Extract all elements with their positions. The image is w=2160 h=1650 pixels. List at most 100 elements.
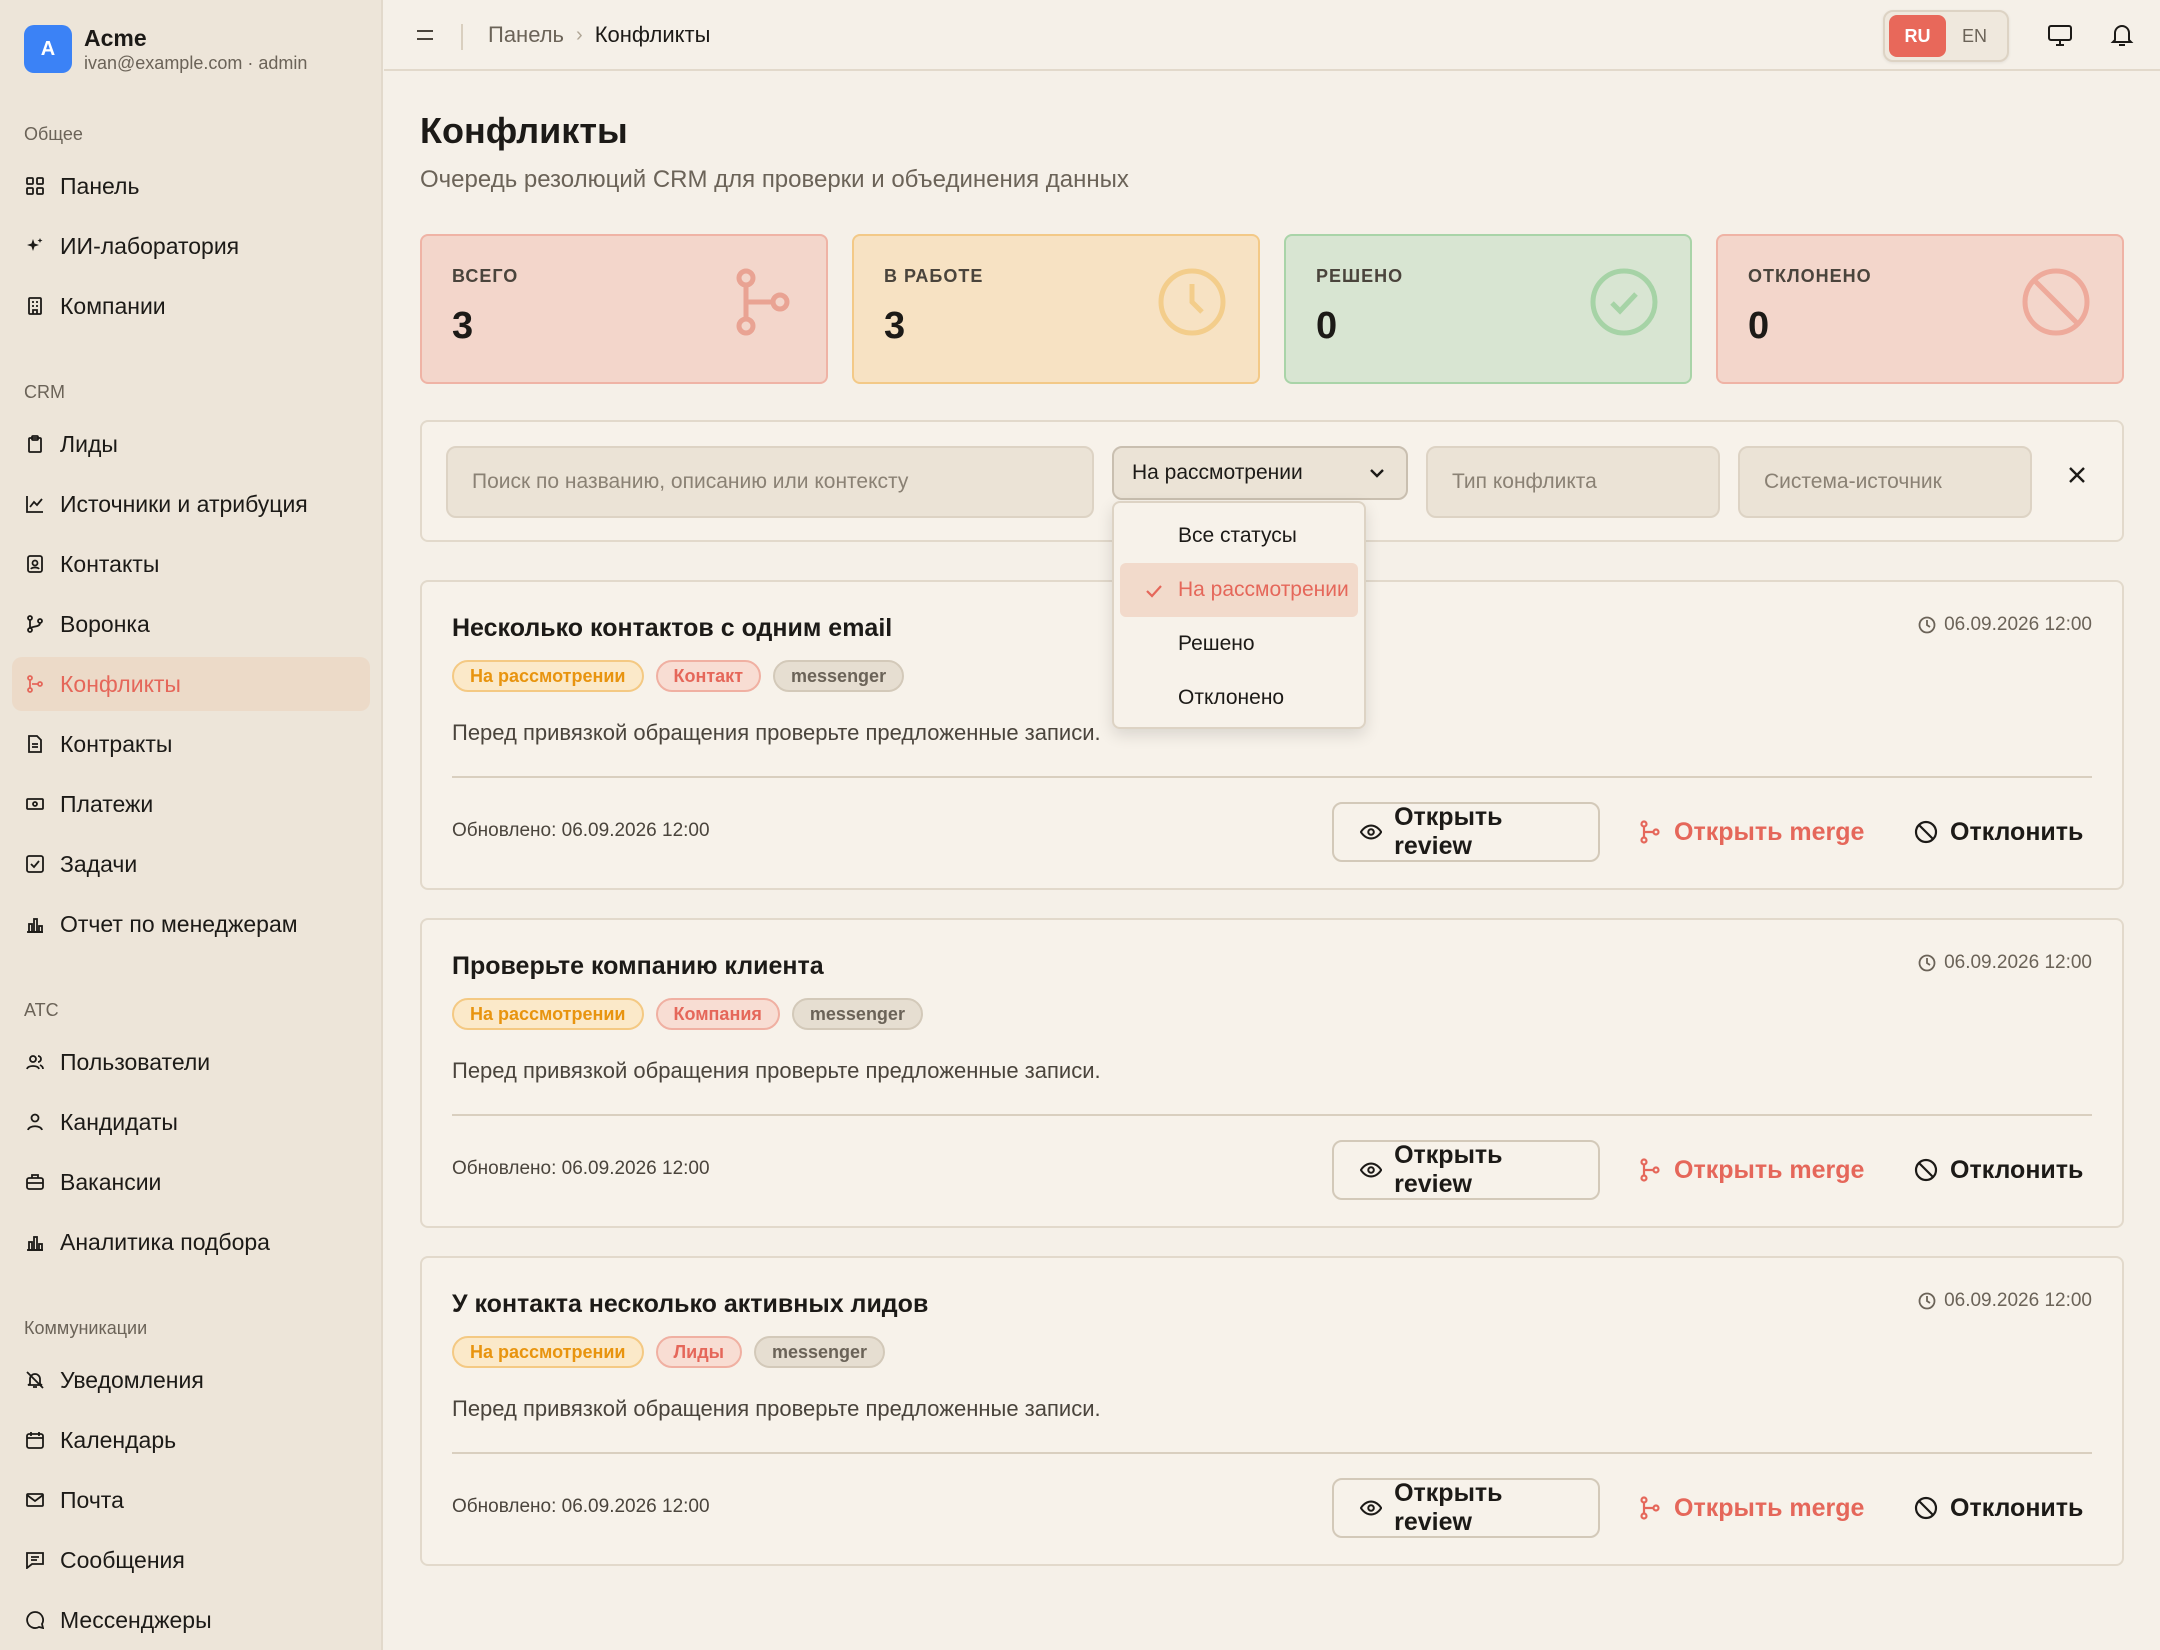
chevron-down-icon [1370,469,1384,478]
bar-chart-icon [26,915,44,933]
updated-text: Обновлено: 06.09.2026 12:00 [452,1496,710,1517]
type-badge: Лиды [655,1336,742,1368]
topbar-divider [461,24,463,50]
tag-list: На рассмотрении Контакт messenger [452,660,905,692]
chevron-right-icon: › [576,23,583,46]
clock-icon [1918,1292,1936,1310]
ban-icon [1914,820,1938,844]
open-review-button[interactable]: Открыть review [1332,1140,1600,1200]
sidebar-item-contacts[interactable]: Контакты [12,537,370,591]
sidebar-item-payments[interactable]: Платежи [12,777,370,831]
sidebar-item-contracts[interactable]: Контракты [12,717,370,771]
conflict-type-input[interactable]: Тип конфликта [1426,446,1720,518]
open-review-button[interactable]: Открыть review [1332,802,1600,862]
sidebar-item-conflicts[interactable]: Конфликты [12,657,370,711]
eye-icon [1360,1500,1383,1516]
sidebar-item-candidates[interactable]: Кандидаты [12,1095,370,1149]
account-email: ivan@example.com · admin [84,53,308,73]
sidebar-item-leads[interactable]: Лиды [12,417,370,471]
status-badge: На рассмотрении [452,1336,644,1368]
reject-button[interactable]: Отклонить [1888,1140,2109,1200]
ban-icon [1914,1158,1938,1182]
tag-list: На рассмотрении Компания messenger [452,998,923,1030]
message-circle-icon [26,1611,44,1629]
sidebar-item-dashboard[interactable]: Панель [12,159,370,213]
status-option-resolved[interactable]: Решено [1120,617,1358,671]
sidebar-item-mail[interactable]: Почта [12,1473,370,1527]
sidebar-item-tasks[interactable]: Задачи [12,837,370,891]
status-option-rejected[interactable]: Отклонено [1120,671,1358,725]
git-fork-icon [26,615,44,633]
git-merge-icon [1640,820,1660,844]
source-badge: messenger [754,1336,886,1368]
search-input[interactable]: Поиск по названию, описанию или контекст… [446,446,1094,518]
eye-icon [1360,1162,1383,1178]
sidebar-item-messages[interactable]: Сообщения [12,1533,370,1587]
status-select[interactable]: На рассмотрении [1112,446,1408,500]
git-merge-icon [1640,1158,1660,1182]
source-badge: messenger [773,660,905,692]
language-switcher: RU EN [1883,10,2009,62]
open-merge-button[interactable]: Открыть merge [1612,802,1890,862]
chart-line-icon [26,495,44,513]
sidebar-item-companies[interactable]: Компании [12,279,370,333]
sidebar-item-sources[interactable]: Источники и атрибуция [12,477,370,531]
mail-icon [26,1491,44,1509]
open-merge-button[interactable]: Открыть merge [1612,1140,1890,1200]
sidebar-item-notifications[interactable]: Уведомления [12,1353,370,1407]
status-badge: На рассмотрении [452,660,644,692]
sidebar-item-recruiting-analytics[interactable]: Аналитика подбора [12,1215,370,1269]
grid-icon [26,177,44,195]
sidebar-item-messengers[interactable]: Мессенджеры [12,1593,370,1647]
divider [452,1452,2092,1454]
reject-button[interactable]: Отклонить [1888,1478,2109,1538]
nav-group-general: Общее [24,124,83,144]
git-merge-icon [26,675,44,693]
open-merge-button[interactable]: Открыть merge [1612,1478,1890,1538]
status-option-pending[interactable]: На рассмотрении [1120,563,1358,617]
sidebar-item-manager-report[interactable]: Отчет по менеджерам [12,897,370,951]
clipboard-icon [26,435,44,453]
check-icon [1146,585,1162,598]
monitor-icon[interactable] [2047,22,2073,48]
bell-icon[interactable] [2109,22,2135,48]
updated-text: Обновлено: 06.09.2026 12:00 [452,820,710,841]
divider [452,776,2092,778]
source-system-input[interactable]: Система-источник [1738,446,2032,518]
sidebar-item-funnel[interactable]: Воронка [12,597,370,651]
banknote-icon [26,795,44,813]
open-review-button[interactable]: Открыть review [1332,1478,1600,1538]
close-icon[interactable] [2064,462,2090,488]
status-select-value: На рассмотрении [1132,461,1303,484]
sidebar-item-users[interactable]: Пользователи [12,1035,370,1089]
message-square-icon [26,1551,44,1569]
reject-button[interactable]: Отклонить [1888,802,2109,862]
sidebar-item-calendar[interactable]: Календарь [12,1413,370,1467]
user-icon [26,1113,44,1131]
document-icon [26,735,44,753]
conflict-title: Несколько контактов с одним email [452,614,893,642]
status-dropdown-menu: Все статусы На рассмотрении Решено Откло… [1112,501,1366,729]
bell-off-icon [26,1371,44,1389]
sidebar-item-vacancies[interactable]: Вакансии [12,1155,370,1209]
lang-en-button[interactable]: EN [1946,15,2003,57]
breadcrumb-dashboard[interactable]: Панель [488,22,564,48]
eye-icon [1360,824,1383,840]
type-badge: Компания [655,998,780,1030]
nav-group-atc: ATC [24,1000,59,1020]
conflict-title: У контакта несколько активных лидов [452,1290,929,1318]
clock-icon [1918,954,1936,972]
sparkles-icon [26,237,44,255]
account-switcher[interactable]: A Acme ivan@example.com · admin [24,24,307,74]
ban-icon [1914,1496,1938,1520]
status-option-all[interactable]: Все статусы [1120,509,1358,563]
stat-card-resolved: РЕШЕНО 0 [1284,234,1692,384]
lang-ru-button[interactable]: RU [1889,15,1946,57]
building-icon [26,297,44,315]
conflict-date: 06.09.2026 12:00 [1918,952,2092,974]
sidebar-item-ai-lab[interactable]: ИИ-лаборатория [12,219,370,273]
contact-card-icon [26,555,44,573]
clock-icon [1156,266,1228,338]
topbar: Панель › Конфликты RU EN [384,0,2160,71]
menu-toggle-icon[interactable] [414,24,436,46]
